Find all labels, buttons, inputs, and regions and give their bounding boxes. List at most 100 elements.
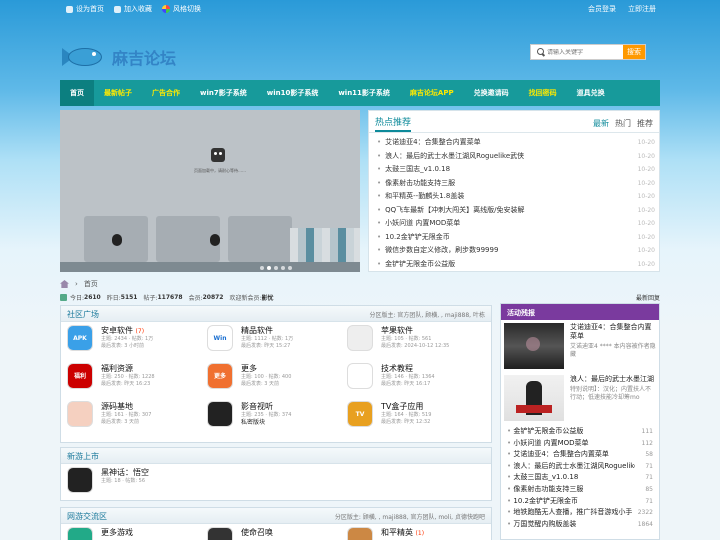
hot-item-title[interactable]: 太鼓三国志_v1.0.18 [377, 163, 450, 177]
nav-item-exchange[interactable]: 道具兑换 [567, 80, 615, 106]
forum-icon[interactable] [347, 527, 373, 540]
activity-item[interactable]: 太鼓三国志_v1.0.1871 [507, 472, 653, 484]
hot-item-title[interactable]: 微信步数自定义修改，刷步数99999 [377, 244, 498, 258]
activity-item[interactable]: 浪人：最后的武士水墨江湖风Roguelike武侠71 [507, 461, 653, 473]
hot-item-title[interactable]: 浪人：最后的武士水墨江湖风Roguelike武侠 [377, 150, 524, 164]
section-title[interactable]: 社区广场 [67, 309, 99, 320]
home-icon[interactable] [60, 280, 69, 288]
forum-card[interactable]: 使命召唤 [201, 524, 341, 540]
forum-name[interactable]: 更多 [241, 364, 257, 373]
tab-recommend[interactable]: 推荐 [637, 118, 653, 129]
nav-win10[interactable]: win10影子系统 [257, 80, 329, 106]
forum-name[interactable]: 技术教程 [381, 364, 413, 373]
forum-name[interactable]: 福利资源 [101, 364, 133, 373]
forum-card[interactable]: 和平精英 (1) [341, 524, 481, 540]
forum-card[interactable]: 影音视听 主题: 235 · 帖数: 374 私密版块 [201, 398, 341, 436]
add-favorite-link[interactable]: 加入收藏 [114, 4, 152, 14]
nav-home[interactable]: 首页 [60, 80, 94, 106]
game-thumbnail[interactable] [504, 375, 564, 421]
feature-item[interactable]: 浪人：最后的武士水墨江湖 特别说明】：汉化；内置扶人不行动；低速技能冷却筹mo [501, 372, 659, 424]
forum-icon[interactable]: TV [347, 401, 373, 427]
search-button[interactable]: 搜索 [623, 45, 645, 59]
forum-card[interactable]: 更多游戏 [61, 524, 201, 540]
forum-icon[interactable] [207, 527, 233, 540]
forum-card[interactable]: 源码基地 主题: 161 · 帖数: 307 最后发表: 3 天前 [61, 398, 201, 436]
site-logo[interactable]: 麻吉论坛 [62, 42, 176, 72]
nav-invite-code[interactable]: 兑换邀请码 [464, 80, 519, 106]
activity-item[interactable]: 万国觉醒内购版盖装1864 [507, 519, 653, 531]
tab-latest[interactable]: 最新 [593, 118, 609, 129]
tab-hot[interactable]: 热门 [615, 118, 631, 129]
forum-icon[interactable]: 更多 [207, 363, 233, 389]
hot-item-title[interactable]: 像素射击功能支持三服 [377, 177, 455, 191]
forum-name[interactable]: 苹果软件 [381, 326, 413, 335]
forum-name[interactable]: 更多游戏 [101, 528, 133, 537]
hot-item-title[interactable]: 金铲铲无限金币公益版 [377, 258, 455, 272]
forum-name[interactable]: 源码基地 [101, 402, 133, 411]
hot-item[interactable]: 和平精英--勤麟头1.8盖装 10-20 [377, 190, 655, 204]
forum-card[interactable]: 技术教程 主题: 146 · 帖数: 1364 最后发表: 昨天 16:17 [341, 360, 481, 398]
breadcrumb-home[interactable]: 首页 [84, 279, 98, 289]
forum-icon[interactable]: Win [207, 325, 233, 351]
hot-item-title[interactable]: 10.2金铲铲无限金币 [377, 231, 450, 245]
forum-card[interactable]: 苹果软件 主题: 105 · 帖数: 561 最后发表: 2024-10-12 1… [341, 322, 481, 360]
slider-dots[interactable] [260, 266, 292, 270]
activity-item[interactable]: 小妖问道 内置MOD菜单112 [507, 438, 653, 450]
activity-item[interactable]: 10.2金铲铲无限金币71 [507, 496, 653, 508]
latest-replies-link[interactable]: 最新回复 [636, 293, 660, 302]
section-title[interactable]: 网游交流区 [67, 511, 107, 522]
forum-card[interactable]: Win 精品软件 主题: 1112 · 帖数: 1万 最后发表: 昨天 15:27 [201, 322, 341, 360]
forum-icon[interactable] [67, 467, 93, 493]
hot-item[interactable]: 金铲铲无限金币公益版 10-20 [377, 258, 655, 272]
forum-icon[interactable] [207, 401, 233, 427]
hot-item[interactable]: 艾诺迪亚4：合集整合内置菜单 10-20 [377, 136, 655, 150]
forum-icon[interactable] [67, 527, 93, 540]
register-link[interactable]: 立即注册 [628, 4, 656, 14]
forum-icon[interactable] [347, 325, 373, 351]
hot-item[interactable]: 小妖问道 内置MOD菜单 10-20 [377, 217, 655, 231]
style-switch-link[interactable]: 风格切换 [162, 4, 201, 14]
forum-icon[interactable]: 福利 [67, 363, 93, 389]
set-home-link[interactable]: 设为首页 [66, 4, 104, 14]
login-link[interactable]: 会员登录 [588, 4, 616, 14]
image-slider[interactable]: 页面加载中，请耐心等待…… [60, 110, 360, 272]
forum-name[interactable]: TV盒子应用 [381, 402, 423, 411]
newest-member-link[interactable]: 影忧 [262, 293, 274, 302]
hot-item-title[interactable]: 艾诺迪亚4：合集整合内置菜单 [377, 136, 480, 150]
section-title[interactable]: 新游上市 [67, 451, 99, 462]
activity-item[interactable]: 金铲铲无限金币公益版111 [507, 426, 653, 438]
forum-icon[interactable] [347, 363, 373, 389]
hot-item-title[interactable]: 小妖问道 内置MOD菜单 [377, 217, 460, 231]
nav-ad-cooperation[interactable]: 广告合作 [142, 80, 190, 106]
forum-icon[interactable] [67, 401, 93, 427]
forum-card[interactable]: 更多 更多 主题: 100 · 帖数: 400 最后发表: 3 天前 [201, 360, 341, 398]
nav-win11[interactable]: win11影子系统 [328, 80, 400, 106]
forum-name[interactable]: 影音视听 [241, 402, 273, 411]
hot-item[interactable]: 浪人：最后的武士水墨江湖风Roguelike武侠 10-20 [377, 150, 655, 164]
forum-name[interactable]: 使命召唤 [241, 528, 273, 537]
nav-app[interactable]: 麻吉论坛APP [400, 80, 464, 106]
nav-win7[interactable]: win7影子系统 [190, 80, 257, 106]
search-input[interactable] [547, 48, 615, 56]
hot-item[interactable]: 微信步数自定义修改，刷步数99999 10-20 [377, 244, 655, 258]
forum-name[interactable]: 精品软件 [241, 326, 273, 335]
hot-item-title[interactable]: QQ飞车最新【冲刺大闯关】离线版/免安装解 [377, 204, 524, 218]
hot-item[interactable]: 10.2金铲铲无限金币 10-20 [377, 231, 655, 245]
forum-name[interactable]: 安卓软件 [101, 326, 133, 335]
nav-recover-password[interactable]: 找回密码 [519, 80, 567, 106]
forum-name[interactable]: 和平精英 [381, 528, 413, 537]
forum-card[interactable]: TV TV盒子应用 主题: 164 · 帖数: 519 最后发表: 昨天 12:32 [341, 398, 481, 436]
nav-latest-posts[interactable]: 最新帖子 [94, 80, 142, 106]
forum-icon[interactable]: APK [67, 325, 93, 351]
game-thumbnail[interactable] [504, 323, 564, 369]
activity-item[interactable]: 像素射击功能支持三服85 [507, 484, 653, 496]
forum-name[interactable]: 黑神话：悟空 [101, 468, 149, 477]
activity-item[interactable]: 艾诺迪亚4：合集整合内置菜单58 [507, 449, 653, 461]
hot-item[interactable]: QQ飞车最新【冲刺大闯关】离线版/免安装解 10-20 [377, 204, 655, 218]
feature-item[interactable]: 艾诺迪亚4：合集整合内置菜单 艾诺迪亚4 **** 本内容被作者隐藏 [501, 320, 659, 372]
forum-card[interactable]: APK 安卓软件 (7) 主题: 2434 · 帖数: 1万 最后发表: 3 小时前 [61, 322, 201, 360]
hot-item[interactable]: 像素射击功能支持三服 10-20 [377, 177, 655, 191]
hot-item[interactable]: 太鼓三国志_v1.0.18 10-20 [377, 163, 655, 177]
forum-card[interactable]: 黑神话：悟空 主题: 18 · 帖数: 56 [61, 464, 201, 502]
forum-card[interactable]: 福利 福利资源 主题: 250 · 帖数: 1228 最后发表: 昨天 16:23 [61, 360, 201, 398]
